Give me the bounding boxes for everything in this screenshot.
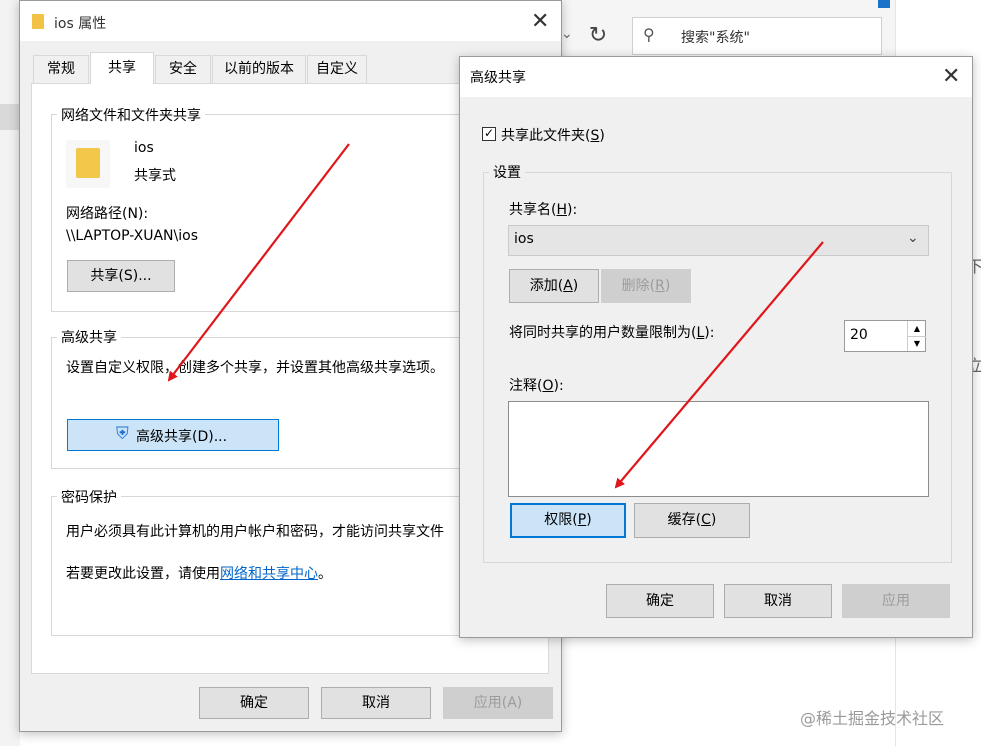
watermark: @稀土掘金技术社区: [800, 709, 945, 728]
tab-sharing[interactable]: 共享: [90, 52, 154, 84]
annotation-arrows: [167, 143, 824, 489]
arrow-to-advanced-button: [167, 143, 350, 382]
arrow-to-permissions-button: [614, 241, 824, 489]
